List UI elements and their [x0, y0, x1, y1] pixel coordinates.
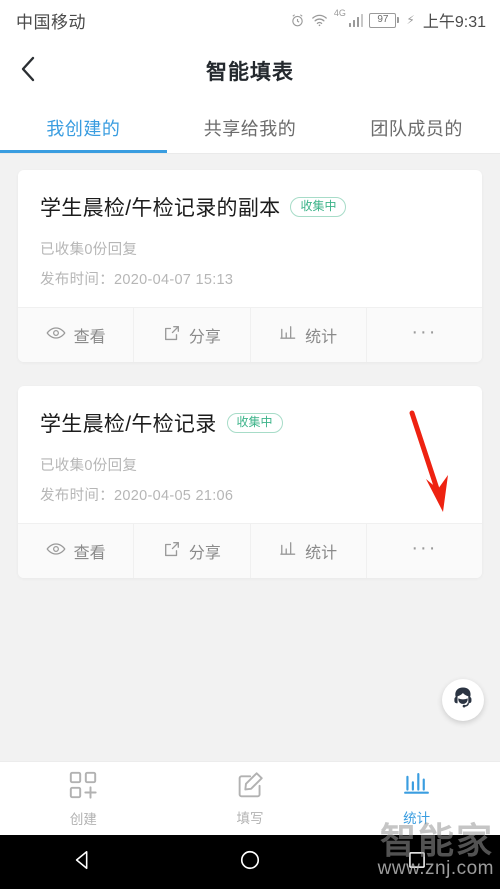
share-action[interactable]: 分享	[134, 308, 251, 362]
bar-chart-icon	[279, 541, 297, 562]
status-badge: 收集中	[226, 412, 283, 434]
android-home-icon	[239, 849, 261, 876]
form-card-body: 学生晨检/午检记录的副本 收集中 已收集0份回复 发布时间：2020-04-07…	[18, 170, 482, 307]
share-action[interactable]: 分享	[134, 524, 251, 578]
share-icon	[163, 324, 181, 347]
form-title: 学生晨检/午检记录的副本	[40, 197, 281, 220]
published-time: 发布时间：2020-04-05 21:06	[40, 488, 234, 504]
share-icon	[163, 540, 181, 563]
nav-item-stats[interactable]: 统计	[333, 762, 500, 835]
battery-level-label: 97	[377, 14, 389, 25]
stats-action[interactable]: 统计	[251, 308, 367, 362]
back-chevron-icon	[18, 54, 38, 89]
carrier-label: 中国移动	[16, 12, 86, 32]
view-action-label: 查看	[73, 545, 106, 562]
status-icons: 4G 97 ⚡ 上午9:31	[290, 8, 486, 32]
form-card-body: 学生晨检/午检记录 收集中 已收集0份回复 发布时间：2020-04-05 21…	[18, 386, 482, 523]
back-button[interactable]	[0, 40, 56, 102]
view-action[interactable]: 查看	[18, 308, 135, 362]
android-home-button[interactable]	[215, 835, 285, 889]
bottom-navigation: 创建 填写 统计	[0, 761, 500, 835]
form-card[interactable]: 学生晨检/午检记录的副本 收集中 已收集0份回复 发布时间：2020-04-07…	[18, 170, 482, 362]
nav-item-fill[interactable]: 填写	[167, 762, 334, 835]
view-action[interactable]: 查看	[18, 524, 135, 578]
tab-team-members[interactable]: 团队成员的	[333, 102, 500, 153]
nav-item-create[interactable]: 创建	[0, 762, 167, 835]
grid-plus-icon	[68, 770, 98, 803]
status-badge: 收集中	[290, 196, 347, 218]
nav-item-fill-label: 填写	[236, 811, 264, 826]
form-card-actions: 查看 分享 统计 ···	[18, 523, 482, 578]
tab-shared-with-me[interactable]: 共享给我的	[167, 102, 334, 153]
form-card-header: 学生晨检/午检记录 收集中	[40, 408, 460, 438]
published-time: 发布时间：2020-04-07 15:13	[40, 272, 234, 288]
status-time: 上午9:31	[422, 14, 486, 31]
view-action-label: 查看	[73, 329, 106, 346]
battery-icon: 97	[369, 12, 400, 28]
eye-icon	[46, 542, 66, 561]
form-card-header: 学生晨检/午检记录的副本 收集中	[40, 192, 460, 222]
customer-service-button[interactable]	[442, 679, 484, 721]
form-card[interactable]: 学生晨检/午检记录 收集中 已收集0份回复 发布时间：2020-04-05 21…	[18, 386, 482, 578]
stats-action[interactable]: 统计	[251, 524, 367, 578]
signal-bars-icon	[348, 13, 364, 27]
network-type-label: 4G	[333, 8, 346, 18]
tab-my-created[interactable]: 我创建的	[0, 102, 167, 153]
stats-action-label: 统计	[305, 545, 338, 562]
bar-chart-icon	[402, 771, 431, 802]
nav-item-stats-label: 统计	[403, 810, 431, 826]
collected-count: 已收集0份回复	[40, 458, 138, 474]
collected-count: 已收集0份回复	[40, 242, 138, 258]
status-bar: 中国移动 4G 97 ⚡ 上午9:31	[0, 0, 500, 40]
android-back-icon	[72, 849, 94, 876]
form-title: 学生晨检/午检记录	[40, 413, 217, 436]
nav-item-create-label: 创建	[69, 811, 97, 827]
edit-square-icon	[236, 770, 265, 802]
page-title: 智能填表	[206, 61, 294, 84]
charging-bolt-icon: ⚡	[406, 13, 415, 27]
alarm-icon	[290, 13, 305, 28]
android-back-button[interactable]	[48, 835, 118, 889]
eye-icon	[46, 326, 66, 345]
android-recents-icon	[407, 850, 427, 875]
customer-service-icon	[450, 685, 476, 716]
more-action[interactable]: ···	[367, 308, 482, 362]
share-action-label: 分享	[188, 545, 221, 562]
android-system-bar	[0, 835, 500, 889]
app-root: 中国移动 4G 97 ⚡ 上午9:31 智能填表 我创建的 共享给我的 团队成员…	[0, 0, 500, 889]
more-icon: ···	[411, 537, 438, 559]
more-action[interactable]: ···	[367, 524, 482, 578]
form-list: 学生晨检/午检记录的副本 收集中 已收集0份回复 发布时间：2020-04-07…	[0, 154, 500, 761]
bar-chart-icon	[279, 325, 297, 346]
more-icon: ···	[411, 321, 438, 343]
tab-bar: 我创建的 共享给我的 团队成员的	[0, 102, 500, 154]
share-action-label: 分享	[188, 329, 221, 346]
page-header: 智能填表	[0, 40, 500, 102]
android-recents-button[interactable]	[382, 835, 452, 889]
form-card-actions: 查看 分享 统计 ···	[18, 307, 482, 362]
stats-action-label: 统计	[305, 329, 338, 346]
wifi-icon	[311, 13, 328, 27]
